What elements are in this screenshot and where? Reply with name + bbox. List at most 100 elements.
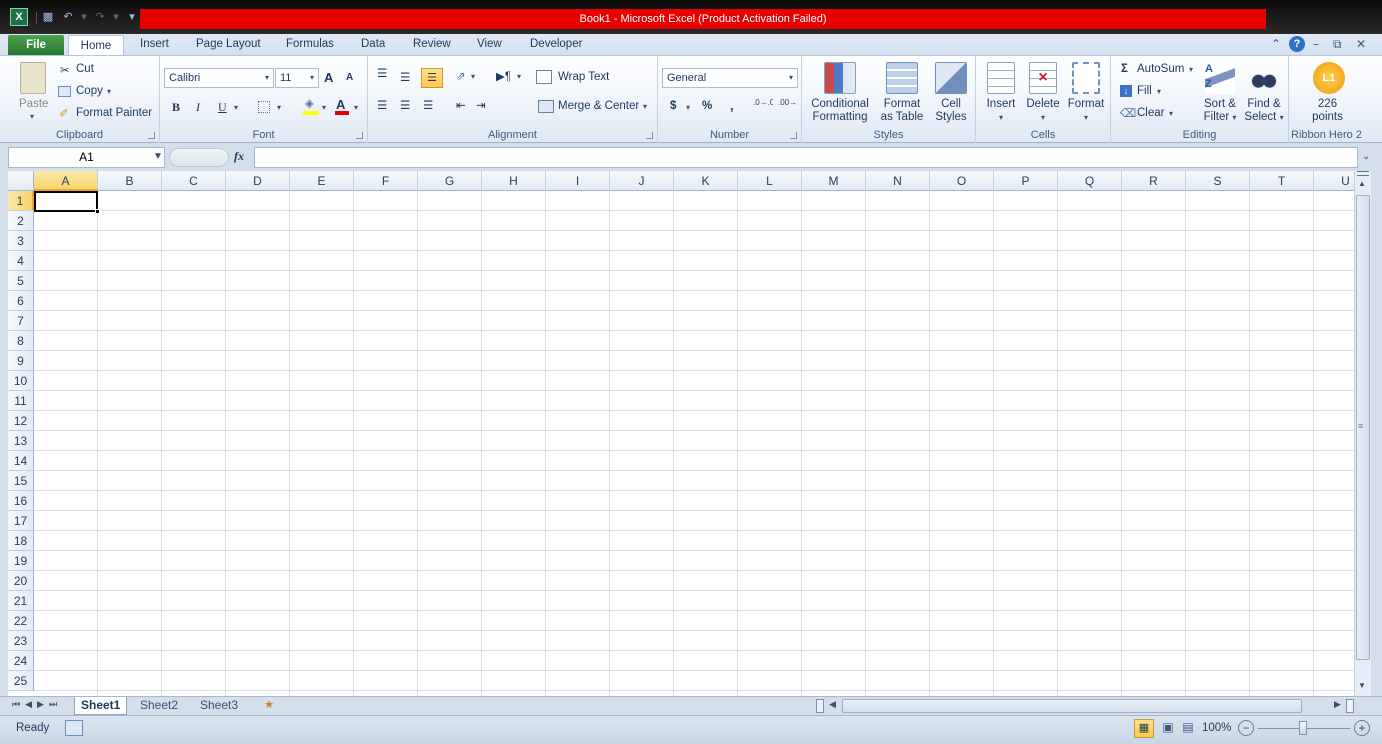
row-header-25[interactable]: 25 <box>8 671 34 691</box>
row-header-19[interactable]: 19 <box>8 551 34 571</box>
paste-dropdown-icon[interactable]: ▾ <box>30 112 34 121</box>
increase-indent-icon[interactable]: ⇥ <box>476 98 486 112</box>
tab-insert[interactable]: Insert <box>138 34 171 56</box>
scroll-up-icon[interactable]: ▲ <box>1358 179 1366 188</box>
cell-styles-button[interactable]: Cell Styles <box>928 62 974 124</box>
comma-button[interactable]: , <box>730 98 734 113</box>
normal-view-icon[interactable]: ▦ <box>1134 719 1154 738</box>
merge-center-icon[interactable] <box>538 100 554 113</box>
wrap-text-button[interactable]: Wrap Text <box>558 71 609 83</box>
undo-dropdown-icon[interactable]: ▾ <box>76 9 92 25</box>
column-header-m[interactable]: M <box>802 171 866 191</box>
column-header-h[interactable]: H <box>482 171 546 191</box>
underline-button[interactable]: U <box>218 100 227 115</box>
grow-font-button[interactable]: A <box>324 70 333 85</box>
split-box-vertical[interactable] <box>1346 699 1354 713</box>
column-header-k[interactable]: K <box>674 171 738 191</box>
format-painter-button[interactable]: Format Painter <box>76 107 152 119</box>
format-cells-button[interactable]: Format ▾ <box>1064 62 1108 124</box>
row-header-23[interactable]: 23 <box>8 631 34 651</box>
row-header-11[interactable]: 11 <box>8 391 34 411</box>
redo-dropdown-icon[interactable]: ▾ <box>108 9 124 25</box>
chevron-down-icon[interactable]: ▾ <box>265 69 269 87</box>
text-direction-icon[interactable]: ▶¶ <box>496 69 511 83</box>
column-header-u[interactable]: U <box>1314 171 1354 191</box>
font-color-button[interactable]: A <box>336 97 345 112</box>
align-center-icon[interactable]: ☰ <box>400 98 410 112</box>
tab-developer[interactable]: Developer <box>528 34 584 56</box>
window-restore-icon[interactable]: ⧉ <box>1333 37 1342 52</box>
font-launcher-icon[interactable] <box>356 132 363 139</box>
clear-button[interactable]: Clear <box>1137 107 1164 119</box>
row-header-16[interactable]: 16 <box>8 491 34 511</box>
delete-dropdown-icon[interactable]: ▾ <box>1022 111 1064 124</box>
vertical-scrollbar[interactable]: ▲ ≡ ▼ <box>1354 171 1371 696</box>
zoom-in-icon[interactable]: + <box>1354 720 1370 736</box>
scroll-right-icon[interactable]: ▶ <box>1334 699 1341 710</box>
wrap-text-icon[interactable] <box>536 70 552 84</box>
autosum-button[interactable]: AutoSum <box>1137 63 1184 75</box>
window-minimize-icon[interactable]: – <box>1313 37 1319 51</box>
borders-dropdown-icon[interactable]: ▾ <box>277 103 281 112</box>
conditional-formatting-button[interactable]: Conditional Formatting <box>804 62 876 124</box>
row-header-2[interactable]: 2 <box>8 211 34 231</box>
paste-button[interactable]: Paste <box>19 98 48 110</box>
orientation-dropdown-icon[interactable]: ▾ <box>471 72 475 81</box>
font-color-dropdown-icon[interactable]: ▾ <box>354 103 358 112</box>
find-select-button[interactable]: Find & Select ▾ <box>1241 62 1287 124</box>
insert-cells-button[interactable]: Insert ▾ <box>980 62 1022 124</box>
clipboard-launcher-icon[interactable] <box>148 132 155 139</box>
column-header-n[interactable]: N <box>866 171 930 191</box>
sheet-tab-3[interactable]: Sheet3 <box>194 697 244 715</box>
ribbon-hero-badge-icon[interactable]: L1 <box>1313 62 1345 94</box>
fill-handle[interactable] <box>95 209 100 214</box>
column-header-f[interactable]: F <box>354 171 418 191</box>
active-cell-a1[interactable] <box>34 191 98 212</box>
decrease-decimal-button[interactable]: .00→.0 <box>778 99 798 107</box>
fill-color-dropdown-icon[interactable]: ▾ <box>322 103 326 112</box>
zoom-out-icon[interactable]: − <box>1238 720 1254 736</box>
row-header-15[interactable]: 15 <box>8 471 34 491</box>
row-header-13[interactable]: 13 <box>8 431 34 451</box>
row-header-5[interactable]: 5 <box>8 271 34 291</box>
row-header-8[interactable]: 8 <box>8 331 34 351</box>
row-header-1[interactable]: 1 <box>8 191 34 211</box>
font-size-combo[interactable]: 11 ▾ <box>275 68 319 88</box>
redo-icon[interactable]: ↷ <box>92 9 108 25</box>
minimize-ribbon-icon[interactable]: ⌃ <box>1271 37 1281 51</box>
clear-dropdown-icon[interactable]: ▾ <box>1169 109 1173 118</box>
horizontal-scroll-thumb[interactable] <box>842 699 1302 713</box>
row-header-24[interactable]: 24 <box>8 651 34 671</box>
column-header-p[interactable]: P <box>994 171 1058 191</box>
column-header-e[interactable]: E <box>290 171 354 191</box>
underline-dropdown-icon[interactable]: ▾ <box>234 103 238 112</box>
tab-page-layout[interactable]: Page Layout <box>194 34 263 56</box>
currency-dropdown-icon[interactable]: ▾ <box>686 103 690 112</box>
undo-icon[interactable]: ↶ <box>60 9 76 25</box>
bottom-align-icon[interactable]: ☰ <box>421 68 443 88</box>
column-header-i[interactable]: I <box>546 171 610 191</box>
align-left-icon[interactable]: ☰ <box>377 98 387 112</box>
tab-formulas[interactable]: Formulas <box>284 34 336 56</box>
merge-dropdown-icon[interactable]: ▾ <box>643 102 647 111</box>
row-header-18[interactable]: 18 <box>8 531 34 551</box>
decrease-indent-icon[interactable]: ⇤ <box>456 98 466 112</box>
orientation-icon[interactable]: ⇗ <box>456 69 466 83</box>
insert-dropdown-icon[interactable]: ▾ <box>980 111 1022 124</box>
merge-center-button[interactable]: Merge & Center <box>558 100 639 112</box>
shrink-font-button[interactable]: A <box>346 72 353 83</box>
copy-button[interactable]: Copy <box>76 85 103 97</box>
formula-input[interactable] <box>254 147 1358 168</box>
text-direction-dropdown-icon[interactable]: ▾ <box>517 72 521 81</box>
row-header-20[interactable]: 20 <box>8 571 34 591</box>
row-header-12[interactable]: 12 <box>8 411 34 431</box>
column-header-l[interactable]: L <box>738 171 802 191</box>
number-launcher-icon[interactable] <box>790 132 797 139</box>
column-header-t[interactable]: T <box>1250 171 1314 191</box>
cut-icon[interactable]: ✂ <box>60 63 70 77</box>
column-header-o[interactable]: O <box>930 171 994 191</box>
column-header-g[interactable]: G <box>418 171 482 191</box>
column-header-j[interactable]: J <box>610 171 674 191</box>
tab-home[interactable]: Home <box>68 35 124 57</box>
currency-button[interactable]: $ <box>670 100 676 112</box>
